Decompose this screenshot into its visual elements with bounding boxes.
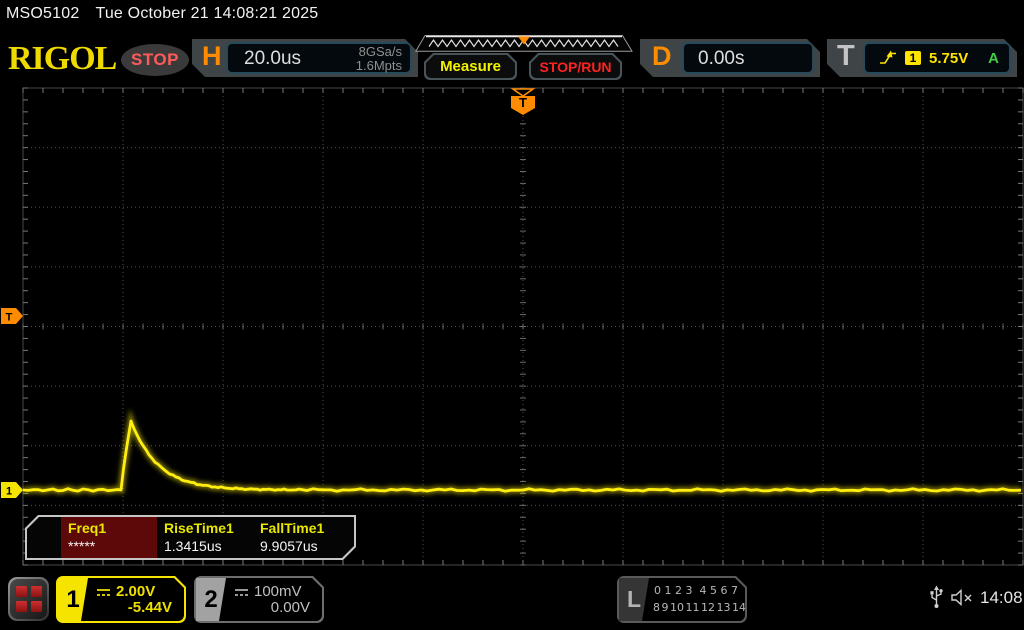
trigger-level-value: 5.75V [929,50,968,67]
delay-display: 0.00s [682,42,814,74]
acquisition-status-badge: STOP [121,44,189,76]
rigol-logo: RIGOL [8,40,116,78]
measurement-panel: Freq1 ***** RiseTime1 1.3415us FallTime1… [25,515,356,560]
stop-run-button-label: STOP/RUN [539,59,611,75]
measurement-name: Freq1 [68,520,157,536]
timebase-value: 20.0us [244,48,301,70]
measurement-panel-lead [27,517,61,558]
measurement-name: FallTime1 [260,520,349,536]
sample-rate-display: 8GSa/s 1.6Mpts [356,44,402,73]
logic-channels-row1: 0 1 2 3 4 5 6 7 [653,584,739,597]
trigger-sweep-mode: A [988,50,999,67]
channel-2-offset: 0.00V [271,599,310,616]
trigger-block[interactable]: T 1 5.75V A [827,39,1017,77]
model-label: MSO5102 [6,5,79,22]
channel-2-block[interactable]: 2 100mV 0.00V [194,576,324,623]
sample-rate: 8GSa/s [356,45,402,59]
measurement-risetime1[interactable]: RiseTime1 1.3415us [157,517,253,558]
svg-text:T: T [6,312,13,324]
grid-icon [10,579,47,619]
measurement-value: ***** [68,538,157,554]
measurement-value: 9.9057us [260,538,349,554]
logic-analyzer-block[interactable]: L 0 1 2 3 4 5 6 7 8 9 10 11 12 13 14 15 [617,576,747,623]
datetime-label: Tue October 21 14:08:21 2025 [95,5,318,22]
trigger-label: T [837,40,855,73]
clock: 14:08 [980,588,1023,608]
acquisition-status-text: STOP [131,50,179,70]
windows-grid-button[interactable] [8,577,49,621]
memory-depth: 1.6Mpts [356,59,402,73]
dc-coupling-icon [96,586,111,598]
channel-1-scale: 2.00V [116,583,155,600]
trigger-display: 1 5.75V A [863,42,1011,74]
oscilloscope-screen: TT1 MSO5102Tue October 21 14:08:21 2025 … [0,0,1024,630]
delay-value: 0.00s [698,48,744,70]
logic-analyzer-tab: L [619,578,649,621]
measurement-value: 1.3415us [164,538,253,554]
measure-button-label: Measure [440,58,501,75]
delay-label: D [652,41,672,72]
usb-icon [929,585,944,609]
rising-edge-icon [879,50,897,66]
stop-run-button[interactable]: STOP/RUN [529,53,622,80]
channel-2-tab: 2 [196,578,226,621]
horizontal-timebase-block[interactable]: H 20.0us 8GSa/s 1.6Mpts [192,39,418,77]
svg-text:T: T [519,95,527,110]
dc-coupling-icon [234,586,249,598]
trigger-source-badge: 1 [905,51,921,65]
timebase-display: 20.0us 8GSa/s 1.6Mpts [226,42,412,74]
horizontal-label: H [202,41,222,72]
channel-2-scale: 100mV [254,583,302,600]
measure-button[interactable]: Measure [424,53,517,80]
channel-1-block[interactable]: 1 2.00V -5.44V [56,576,186,623]
measurement-falltime1[interactable]: FallTime1 9.9057us [253,517,349,558]
delay-block[interactable]: D 0.00s [640,39,820,77]
speaker-muted-icon [951,589,975,606]
channel-1-tab: 1 [58,578,88,621]
measurement-freq1[interactable]: Freq1 ***** [61,517,157,558]
measurement-name: RiseTime1 [164,520,253,536]
top-status-bar: MSO5102 Tue October 21 14:08:21 2025 [6,5,318,23]
svg-text:1: 1 [6,486,12,498]
channel-1-offset: -5.44V [128,599,172,616]
waveform-position-strip[interactable] [415,35,633,52]
logic-channels-row2: 8 9 10 11 12 13 14 15 [653,601,739,614]
